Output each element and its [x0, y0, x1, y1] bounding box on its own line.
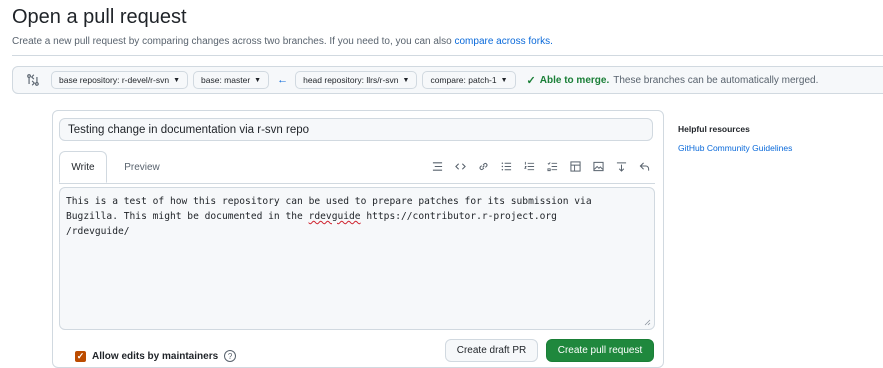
pr-title-input[interactable]: [59, 118, 653, 141]
image-icon[interactable]: [592, 160, 605, 173]
reply-icon[interactable]: [638, 160, 651, 173]
git-compare-icon: [23, 72, 43, 88]
allow-edits-option: ✓ Allow edits by maintainers ?: [75, 350, 237, 362]
compare-across-forks-link[interactable]: compare across forks.: [454, 36, 552, 47]
chevron-down-icon: ▼: [500, 76, 508, 84]
helpful-resources: Helpful resources GitHub Community Guide…: [678, 124, 792, 153]
merge-status-label: Able to merge.: [539, 74, 610, 86]
header-divider: [12, 55, 883, 56]
code-icon[interactable]: [454, 160, 467, 173]
arrow-left-icon: ←: [277, 74, 289, 86]
body-misspelled-word: rdevguide: [308, 211, 361, 222]
resize-handle-icon[interactable]: [643, 318, 651, 326]
link-icon[interactable]: [477, 160, 490, 173]
editor-tabs: Write Preview: [59, 151, 655, 184]
base-repository-select[interactable]: base repository: r-devel/r-svn ▼: [51, 71, 189, 89]
pull-request-composer: Write Preview This is a test of how this…: [52, 110, 664, 368]
composer-footer: ✓ Allow edits by maintainers ? Create dr…: [53, 339, 665, 367]
chevron-down-icon: ▼: [402, 76, 410, 84]
tab-write[interactable]: Write: [59, 151, 107, 183]
page-subtitle: Create a new pull request by comparing c…: [12, 36, 553, 47]
pr-body-textarea[interactable]: This is a test of how this repository ca…: [59, 187, 655, 330]
mention-icon[interactable]: [615, 160, 628, 173]
allow-edits-checkbox[interactable]: ✓: [75, 350, 86, 362]
helpful-resources-heading: Helpful resources: [678, 124, 750, 134]
allow-edits-label: Allow edits by maintainers: [92, 350, 219, 362]
heading-icon[interactable]: [431, 160, 444, 173]
tab-preview[interactable]: Preview: [115, 151, 169, 183]
merge-status-message: These branches can be automatically merg…: [613, 74, 819, 86]
task-list-icon[interactable]: [546, 160, 559, 173]
markdown-toolbar: [431, 160, 651, 173]
chevron-down-icon: ▼: [254, 76, 262, 84]
question-icon[interactable]: ?: [224, 350, 237, 362]
compare-branch-select[interactable]: compare: patch-1 ▼: [422, 71, 516, 89]
check-icon: ✓: [526, 74, 536, 87]
create-pull-request-button[interactable]: Create pull request: [546, 339, 654, 362]
base-branch-select[interactable]: base: master ▼: [193, 71, 270, 89]
merge-status: ✓ Able to merge. These branches can be a…: [527, 74, 819, 87]
ordered-list-icon[interactable]: [523, 160, 536, 173]
subtitle-text: Create a new pull request by comparing c…: [12, 36, 455, 47]
create-draft-pr-button[interactable]: Create draft PR: [445, 339, 538, 362]
head-repository-select[interactable]: head repository: llrs/r-svn ▼: [295, 71, 418, 89]
page-title: Open a pull request: [12, 6, 187, 28]
chevron-down-icon: ▼: [173, 76, 181, 84]
unordered-list-icon[interactable]: [500, 160, 513, 173]
community-guidelines-link[interactable]: GitHub Community Guidelines: [678, 143, 792, 153]
range-editor: base repository: r-devel/r-svn ▼ base: ma…: [12, 66, 883, 94]
table-icon[interactable]: [569, 160, 582, 173]
